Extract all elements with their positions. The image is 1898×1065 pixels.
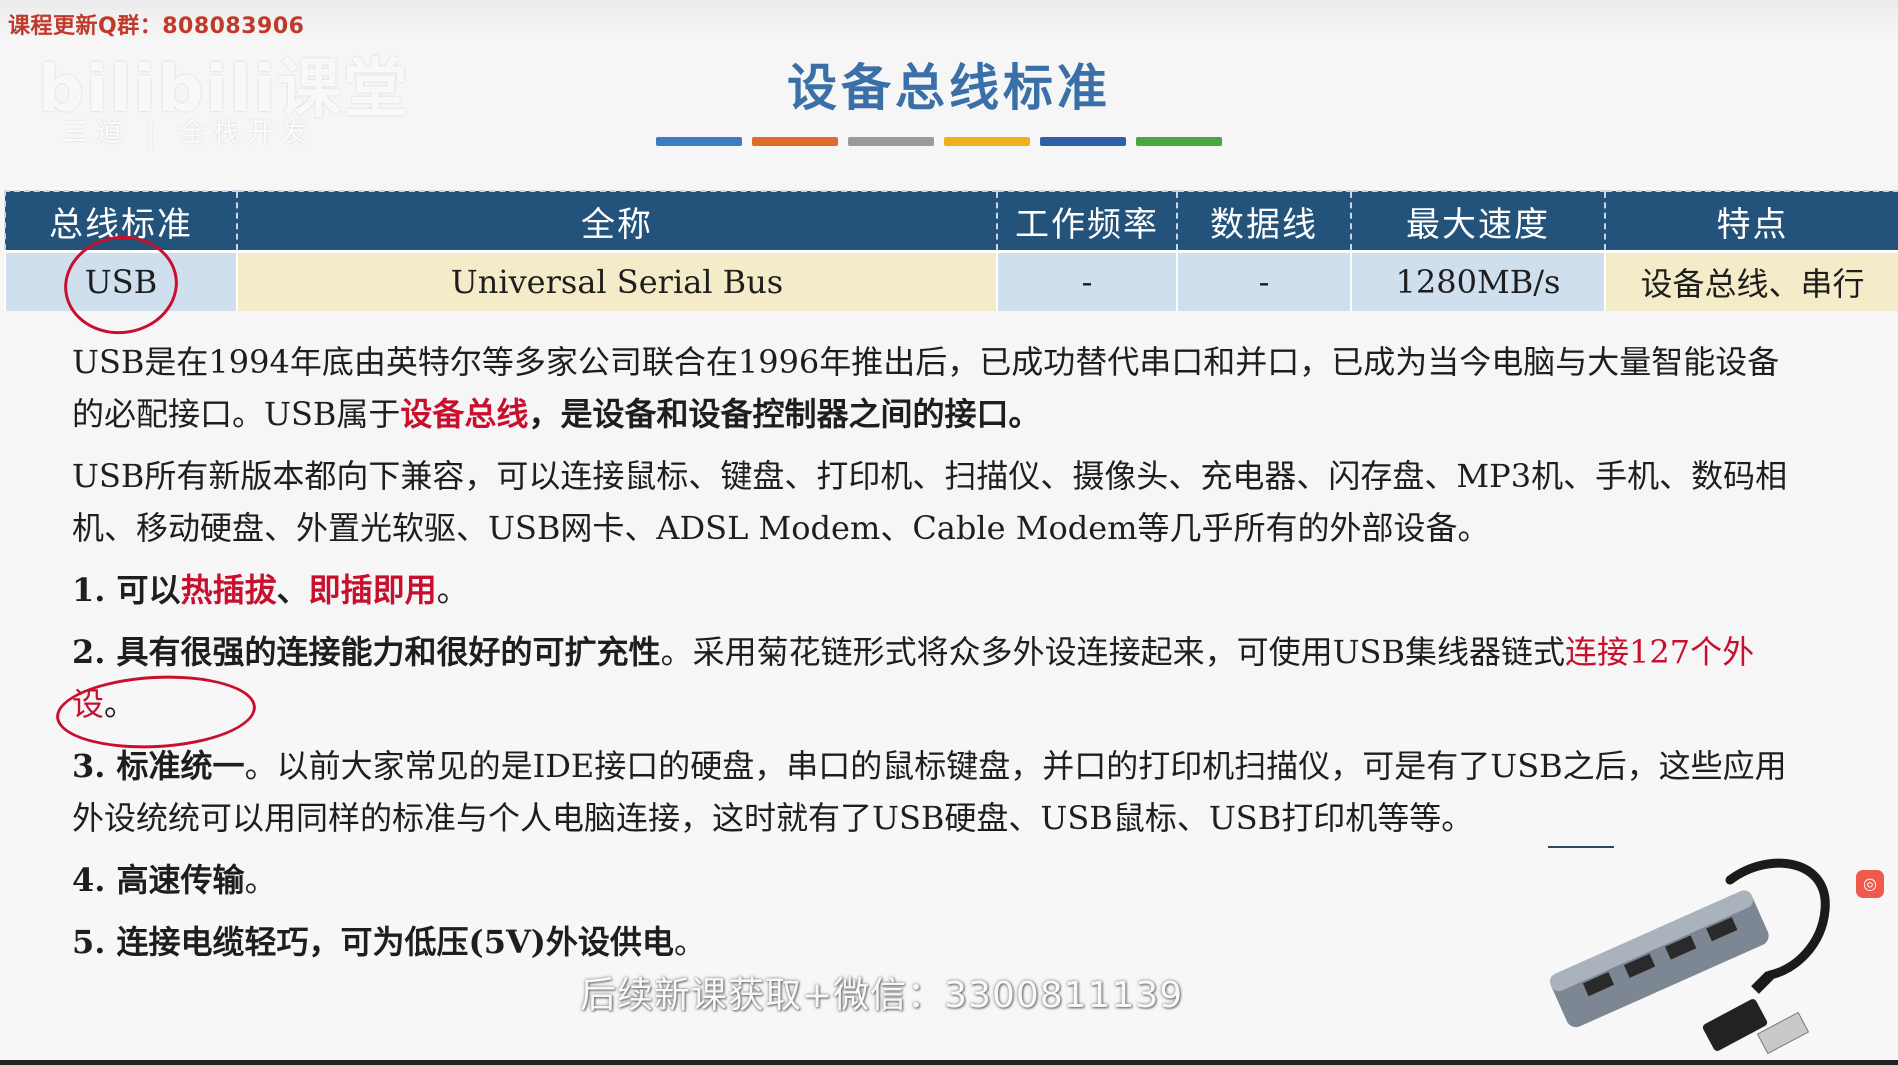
color-bar-segment-1 [656, 137, 742, 146]
cell-full-name: Universal Serial Bus [236, 251, 997, 311]
cell-features: 设备总线、串行 [1604, 251, 1898, 311]
list-item-3: 3. 标准统一。以前大家常见的是IDE接口的硬盘，串口的鼠标键盘，并口的打印机扫… [72, 740, 1792, 844]
table-header-row: 总线标准 全称 工作频率 数据线 最大速度 特点 [4, 190, 1898, 253]
slide: 课程更新Q群：808083906 bilibili课堂 三道 | 全栈开发 设备… [0, 0, 1898, 1065]
header-data-lines: 数据线 [1176, 190, 1351, 253]
color-bar-segment-6 [1136, 137, 1222, 146]
highlight-plug-and-play: 即插即用 [308, 571, 437, 609]
annotation-underline [1548, 846, 1614, 848]
title-color-bar [656, 137, 1222, 146]
text-span: 3. 标准统一 [72, 747, 245, 785]
text-span: 、 [276, 571, 309, 609]
header-max-speed: 最大速度 [1350, 190, 1605, 253]
bus-standard-table: 总线标准 全称 工作频率 数据线 最大速度 特点 USB Universal S… [4, 190, 1898, 311]
color-bar-segment-4 [944, 137, 1030, 146]
qq-group-watermark: 课程更新Q群：808083906 [8, 14, 305, 39]
header-frequency: 工作频率 [996, 190, 1177, 253]
header-features: 特点 [1604, 190, 1898, 253]
usb-hub-icon [1549, 858, 1830, 1055]
text-span: 。采用菊花链形式将众多外设连接起来，可使用USB集线器链式 [660, 633, 1565, 671]
text-span: 2. 具有很强的连接能力和很好的可扩充性 [72, 633, 661, 671]
highlight-device-bus: 设备总线 [400, 395, 529, 433]
cell-max-speed: 1280MB/s [1350, 251, 1605, 311]
text-span: 4. 高速传输 [72, 861, 245, 899]
text-span: 1. 可以 [72, 571, 181, 609]
color-bar-segment-2 [752, 137, 838, 146]
wechat-watermark: 后续新课获取+微信：3300811139 [580, 975, 1184, 1016]
cell-frequency: - [996, 251, 1177, 311]
table-row: USB Universal Serial Bus - - 1280MB/s 设备… [4, 251, 1898, 311]
text-span: 。 [673, 923, 706, 961]
highlight-hot-plug: 热插拔 [180, 571, 277, 609]
cell-data-lines: - [1176, 251, 1351, 311]
text-span: 。以前大家常见的是IDE接口的硬盘，串口的鼠标键盘，并口的打印机扫描仪，可是有了… [72, 747, 1787, 837]
slide-body: USB是在1994年底由英特尔等多家公司联合在1996年推出后，已成功替代串口和… [72, 336, 1792, 978]
text-span: 5. 连接电缆轻巧，可为低压(5V)外设供电 [72, 923, 674, 961]
header-full-name: 全称 [236, 190, 997, 253]
color-bar-segment-5 [1040, 137, 1126, 146]
screen-bottom-edge [0, 1060, 1898, 1065]
list-item-2: 2. 具有很强的连接能力和很好的可扩充性。采用菊花链形式将众多外设连接起来，可使… [72, 626, 1792, 730]
paragraph-compatibility: USB所有新版本都向下兼容，可以连接鼠标、键盘、打印机、扫描仪、摄像头、充电器、… [72, 457, 1788, 547]
text-span: 。 [436, 571, 469, 609]
list-item-1: 1. 可以热插拔、即插即用。 [72, 564, 1792, 616]
list-item-4: 4. 高速传输。 [72, 854, 1792, 906]
paragraph-usb-intro: USB是在1994年底由英特尔等多家公司联合在1996年推出后，已成功替代串口和… [72, 336, 1792, 440]
slide-title: 设备总线标准 [787, 59, 1111, 117]
text-span: ，是设备和设备控制器之间的接口。 [528, 395, 1041, 433]
text-span: 。 [244, 861, 277, 899]
assistant-icon[interactable]: ◎ [1856, 870, 1884, 898]
list-item-5: 5. 连接电缆轻巧，可为低压(5V)外设供电。 [72, 916, 1792, 968]
color-bar-segment-3 [848, 137, 934, 146]
